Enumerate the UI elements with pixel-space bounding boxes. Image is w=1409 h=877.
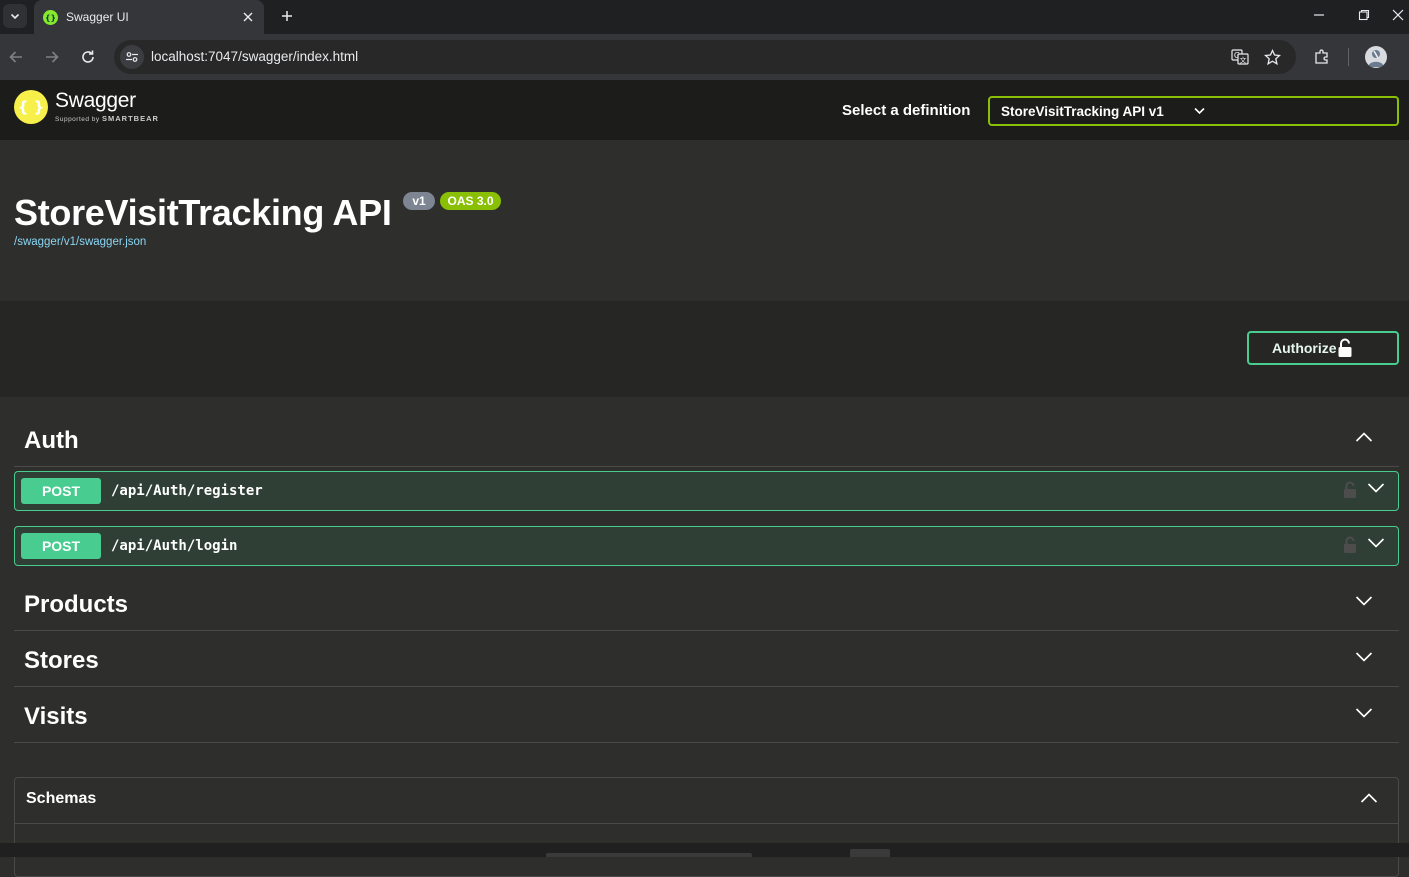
unlock-icon bbox=[1337, 338, 1375, 358]
tag-auth[interactable]: Auth bbox=[14, 411, 1399, 467]
method-badge: POST bbox=[21, 533, 101, 559]
tag-products[interactable]: Products bbox=[14, 575, 1399, 631]
logo-wordmark: Swagger bbox=[55, 89, 136, 112]
swagger-logo-icon: { } bbox=[14, 90, 48, 124]
restore-icon bbox=[1358, 9, 1370, 21]
chevron-down-icon bbox=[1194, 107, 1387, 115]
chevron-down-icon bbox=[1355, 707, 1373, 719]
tab-search-button[interactable] bbox=[3, 4, 27, 28]
tag-title: Stores bbox=[24, 647, 99, 674]
chevron-down-icon bbox=[1355, 595, 1373, 607]
arrow-right-icon bbox=[46, 51, 59, 63]
reload-icon bbox=[82, 50, 94, 63]
operation-path: /api/Auth/login bbox=[111, 538, 238, 554]
svg-text:{}: {} bbox=[46, 13, 55, 22]
scheme-container: Authorize bbox=[0, 301, 1409, 395]
svg-text:{ }: { } bbox=[19, 98, 43, 116]
toolbar-separator bbox=[1348, 48, 1349, 66]
definition-label: Select a definition bbox=[842, 102, 971, 119]
translate-icon[interactable]: G文 bbox=[1230, 47, 1250, 67]
tag-stores[interactable]: Stores bbox=[14, 631, 1399, 687]
minimize-button[interactable] bbox=[1297, 0, 1341, 30]
schemas-title: Schemas bbox=[26, 790, 97, 807]
profile-avatar[interactable] bbox=[1365, 46, 1387, 68]
operation-post-login[interactable]: POST /api/Auth/login bbox=[14, 526, 1399, 566]
operation-post-register[interactable]: POST /api/Auth/register bbox=[14, 471, 1399, 511]
lock-icon[interactable] bbox=[1343, 536, 1357, 554]
bottom-edge bbox=[0, 843, 1409, 857]
browser-toolbar: localhost:7047/swagger/index.html G文 bbox=[0, 34, 1409, 80]
api-info: StoreVisitTracking API v1 OAS 3.0 /swagg… bbox=[0, 140, 1409, 301]
logo-subtitle: Supported by SMARTBEAR bbox=[55, 114, 159, 123]
svg-text:文: 文 bbox=[1240, 56, 1247, 65]
restore-button[interactable] bbox=[1342, 0, 1386, 30]
api-title: StoreVisitTracking API bbox=[14, 192, 392, 233]
back-button[interactable] bbox=[2, 43, 30, 71]
site-info-icon[interactable] bbox=[120, 45, 144, 69]
bottom-shape bbox=[850, 849, 890, 857]
browser-tabstrip: {} Swagger UI bbox=[0, 0, 1409, 34]
chevron-down-icon[interactable] bbox=[1367, 537, 1385, 549]
tag-title: Visits bbox=[24, 703, 88, 730]
authorize-label: Authorize bbox=[1272, 340, 1337, 356]
puzzle-icon bbox=[1315, 49, 1328, 64]
tab-title: Swagger UI bbox=[66, 10, 129, 24]
address-bar[interactable]: localhost:7047/swagger/index.html G文 bbox=[114, 40, 1296, 74]
url-text[interactable]: localhost:7047/swagger/index.html bbox=[151, 49, 358, 64]
definition-select[interactable]: StoreVisitTracking API v1 bbox=[988, 96, 1399, 126]
reload-button[interactable] bbox=[74, 43, 102, 71]
plus-icon bbox=[282, 11, 292, 21]
lock-icon[interactable] bbox=[1343, 481, 1357, 499]
chevron-up-icon bbox=[1355, 431, 1373, 443]
bookmark-star-icon[interactable] bbox=[1262, 47, 1282, 67]
chevron-down-icon bbox=[10, 13, 20, 20]
chevron-up-icon bbox=[1360, 792, 1378, 804]
tag-title: Products bbox=[24, 591, 129, 618]
version-badge: v1 bbox=[403, 192, 435, 210]
schemas-header[interactable]: Schemas bbox=[15, 778, 1398, 824]
tag-title: Auth bbox=[24, 427, 79, 454]
close-icon bbox=[1392, 9, 1403, 21]
spec-url-link[interactable]: /swagger/v1/swagger.json bbox=[14, 236, 146, 248]
bottom-shape bbox=[546, 853, 752, 857]
authorize-button[interactable]: Authorize bbox=[1247, 331, 1399, 365]
tab-close-icon[interactable] bbox=[238, 7, 258, 27]
minimize-icon bbox=[1314, 14, 1324, 16]
swagger-topbar: { } Swagger Supported by SMARTBEAR Selec… bbox=[0, 80, 1409, 140]
tag-visits[interactable]: Visits bbox=[14, 687, 1399, 743]
new-tab-button[interactable] bbox=[276, 5, 298, 27]
oas-badge: OAS 3.0 bbox=[440, 192, 501, 210]
browser-tab-active[interactable]: {} Swagger UI bbox=[34, 0, 264, 34]
method-badge: POST bbox=[21, 478, 101, 504]
schemas-section: Schemas bbox=[14, 777, 1399, 877]
arrow-left-icon bbox=[9, 51, 22, 63]
operation-path: /api/Auth/register bbox=[111, 483, 263, 499]
swagger-logo[interactable]: { } Swagger Supported by SMARTBEAR bbox=[14, 90, 159, 124]
forward-button[interactable] bbox=[38, 43, 66, 71]
chevron-down-icon[interactable] bbox=[1367, 482, 1385, 494]
chevron-down-icon bbox=[1355, 651, 1373, 663]
definition-selected-value: StoreVisitTracking API v1 bbox=[1001, 103, 1164, 119]
extensions-button[interactable] bbox=[1308, 43, 1336, 71]
close-window-button[interactable] bbox=[1386, 0, 1409, 30]
swagger-favicon-icon: {} bbox=[43, 9, 58, 25]
